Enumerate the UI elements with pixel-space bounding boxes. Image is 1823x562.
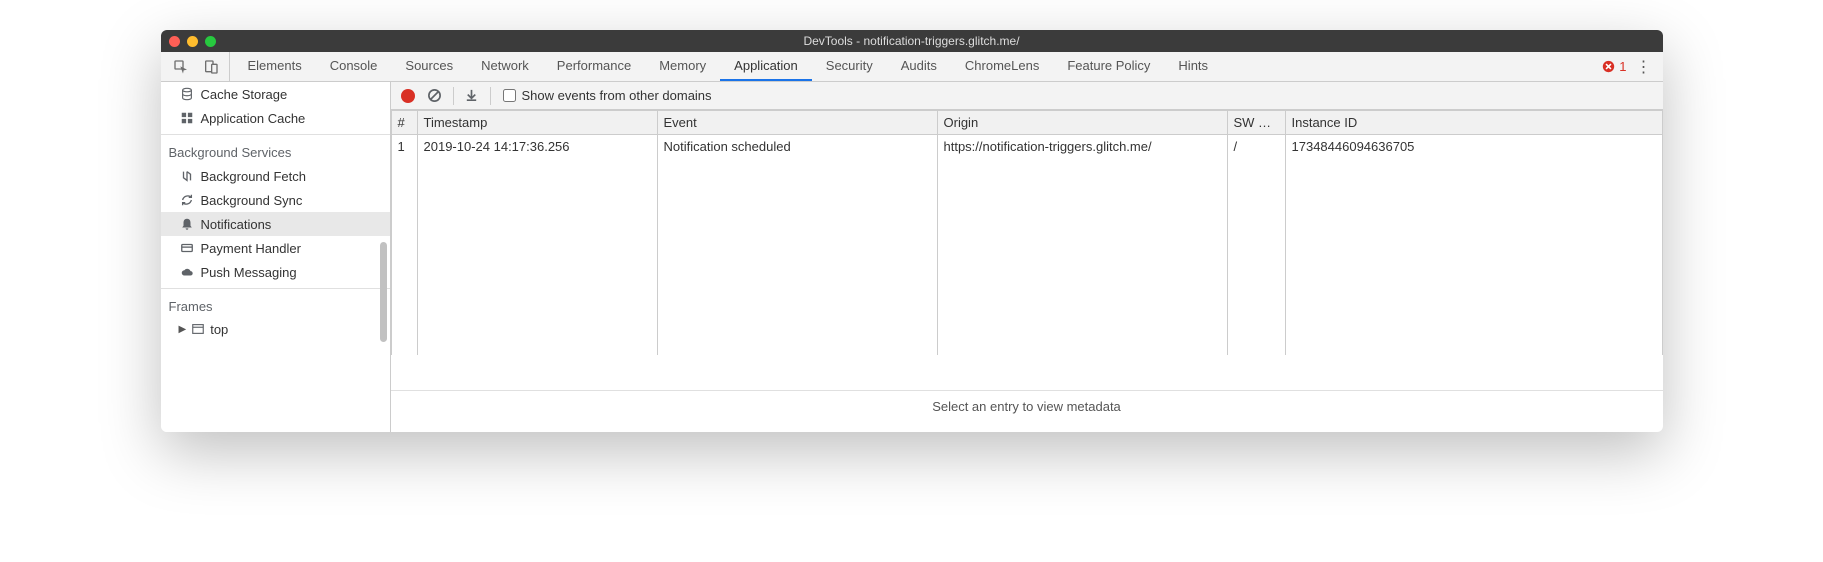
traffic-lights: [169, 36, 216, 47]
tab-performance[interactable]: Performance: [543, 52, 645, 81]
table-header-row: # Timestamp Event Origin SW … Instance I…: [391, 111, 1662, 135]
events-table-wrap: # Timestamp Event Origin SW … Instance I…: [391, 110, 1663, 390]
main-split: Cache Storage Application Cache Backgrou…: [161, 82, 1663, 432]
cloud-icon: [179, 264, 195, 280]
tab-console[interactable]: Console: [316, 52, 392, 81]
events-toolbar: Show events from other domains: [391, 82, 1663, 110]
col-timestamp[interactable]: Timestamp: [417, 111, 657, 135]
tab-application[interactable]: Application: [720, 52, 812, 81]
sidebar-item-label: Payment Handler: [201, 241, 301, 256]
window-close-button[interactable]: [169, 36, 180, 47]
clear-icon[interactable]: [423, 84, 447, 108]
sidebar-item-payment-handler[interactable]: Payment Handler: [161, 236, 390, 260]
disclosure-triangle-icon[interactable]: ▶: [179, 324, 187, 335]
tab-memory[interactable]: Memory: [645, 52, 720, 81]
content-pane: Show events from other domains: [391, 82, 1663, 432]
titlebar: DevTools - notification-triggers.glitch.…: [161, 30, 1663, 52]
tab-hints[interactable]: Hints: [1164, 52, 1222, 81]
sidebar-scrollbar[interactable]: [380, 242, 387, 342]
bell-icon: [179, 216, 195, 232]
frames-top-item[interactable]: ▶ top: [161, 318, 390, 340]
col-origin[interactable]: Origin: [937, 111, 1227, 135]
show-other-domains-label: Show events from other domains: [522, 88, 712, 103]
download-icon[interactable]: [460, 84, 484, 108]
cell-instance: 17348446094636705: [1285, 135, 1662, 355]
show-other-domains-input[interactable]: [503, 89, 516, 102]
col-event[interactable]: Event: [657, 111, 937, 135]
window-title: DevTools - notification-triggers.glitch.…: [161, 34, 1663, 48]
events-table: # Timestamp Event Origin SW … Instance I…: [391, 110, 1663, 355]
sidebar-item-label: Application Cache: [201, 111, 306, 126]
window-minimize-button[interactable]: [187, 36, 198, 47]
inspect-element-icon[interactable]: [169, 55, 193, 79]
tab-sources[interactable]: Sources: [391, 52, 467, 81]
error-badge[interactable]: 1: [1602, 59, 1626, 74]
col-num[interactable]: #: [391, 111, 417, 135]
record-button[interactable]: [401, 89, 415, 103]
sidebar-item-label: Push Messaging: [201, 265, 297, 280]
window-icon: [190, 321, 206, 337]
table-row[interactable]: 1 2019-10-24 14:17:36.256 Notification s…: [391, 135, 1662, 355]
col-sw-scope[interactable]: SW …: [1227, 111, 1285, 135]
tab-security[interactable]: Security: [812, 52, 887, 81]
tab-feature-policy[interactable]: Feature Policy: [1053, 52, 1164, 81]
error-count: 1: [1619, 59, 1626, 74]
tab-elements[interactable]: Elements: [234, 52, 316, 81]
tab-audits[interactable]: Audits: [887, 52, 951, 81]
tab-network[interactable]: Network: [467, 52, 543, 81]
sidebar-divider: [161, 288, 390, 289]
sidebar-item-push-messaging[interactable]: Push Messaging: [161, 260, 390, 284]
window-zoom-button[interactable]: [205, 36, 216, 47]
devtools-tabbar: Elements Console Sources Network Perform…: [161, 52, 1663, 82]
cell-origin: https://notification-triggers.glitch.me/: [937, 135, 1227, 355]
sidebar-item-notifications[interactable]: Notifications: [161, 212, 390, 236]
sidebar-item-label: Notifications: [201, 217, 272, 232]
cell-num: 1: [391, 135, 417, 355]
application-sidebar: Cache Storage Application Cache Backgrou…: [161, 82, 391, 432]
tab-chromelens[interactable]: ChromeLens: [951, 52, 1053, 81]
devtools-tabs: Elements Console Sources Network Perform…: [230, 52, 1595, 81]
cell-event: Notification scheduled: [657, 135, 937, 355]
sidebar-item-application-cache[interactable]: Application Cache: [161, 106, 390, 130]
sync-icon: [179, 192, 195, 208]
sidebar-item-label: Background Fetch: [201, 169, 307, 184]
device-toggle-icon[interactable]: [199, 55, 223, 79]
cell-timestamp: 2019-10-24 14:17:36.256: [417, 135, 657, 355]
sidebar-item-label: Background Sync: [201, 193, 303, 208]
col-instance[interactable]: Instance ID: [1285, 111, 1662, 135]
grid-icon: [179, 110, 195, 126]
credit-card-icon: [179, 240, 195, 256]
show-other-domains-checkbox[interactable]: Show events from other domains: [503, 88, 712, 103]
frames-top-label: top: [210, 322, 228, 337]
sidebar-group-frames: Frames: [161, 293, 390, 318]
sidebar-divider: [161, 134, 390, 135]
sidebar-item-background-fetch[interactable]: Background Fetch: [161, 164, 390, 188]
metadata-placeholder: Select an entry to view metadata: [391, 390, 1663, 432]
sidebar-item-background-sync[interactable]: Background Sync: [161, 188, 390, 212]
kebab-menu-icon[interactable]: ⋮: [1635, 57, 1653, 77]
sidebar-item-cache-storage[interactable]: Cache Storage: [161, 82, 390, 106]
devtools-window: DevTools - notification-triggers.glitch.…: [161, 30, 1663, 432]
sidebar-group-background-services: Background Services: [161, 139, 390, 164]
database-icon: [179, 86, 195, 102]
sidebar-item-label: Cache Storage: [201, 87, 288, 102]
cell-sw: /: [1227, 135, 1285, 355]
fetch-icon: [179, 168, 195, 184]
